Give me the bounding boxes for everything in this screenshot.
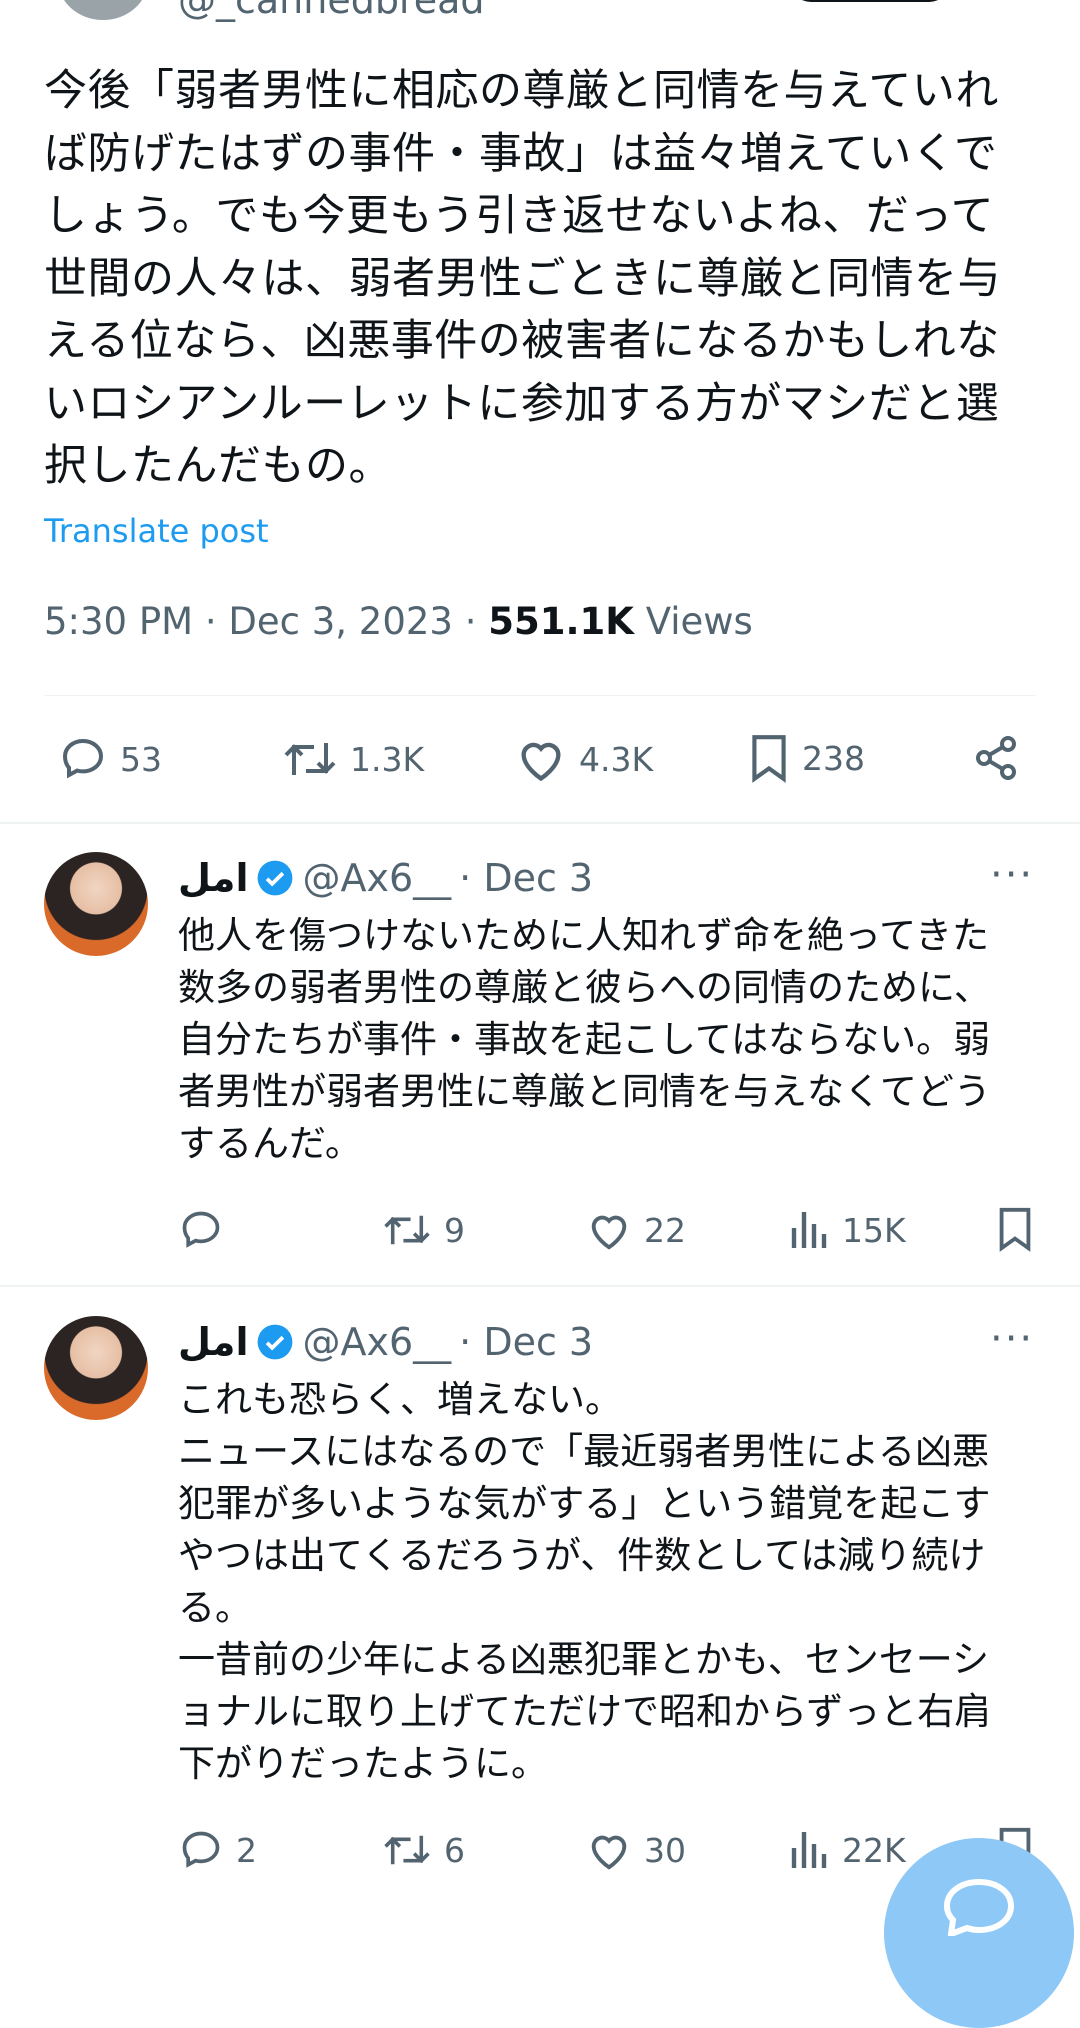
tweet-meta: 5:30 PM · Dec 3, 2023 · 551.1K Views xyxy=(44,600,753,643)
repost-icon xyxy=(284,743,336,775)
display-name[interactable]: امل xyxy=(178,1320,248,1364)
reply-handle[interactable]: @Ax6__ xyxy=(302,856,451,900)
views-count: 15K xyxy=(842,1210,906,1250)
reply-divider xyxy=(0,1285,1080,1287)
views-label: Views xyxy=(633,600,753,643)
author-avatar-partial[interactable] xyxy=(58,0,148,20)
meta-divider xyxy=(44,695,1036,696)
reply-count: 53 xyxy=(120,739,162,779)
analytics-icon xyxy=(791,1832,827,1868)
author-handle[interactable]: @_cannedbread xyxy=(178,0,485,22)
reply-text-line: ョナルに取り上げてただけで昭和からずっと右肩 xyxy=(178,1690,992,1733)
tweet-text: 今後「弱者男性に相応の尊厳と同情を与えていれ ば防げたはずの事件・事故」は益々増… xyxy=(44,60,1044,498)
analytics-icon xyxy=(791,1212,827,1248)
bookmark-icon xyxy=(752,735,786,783)
views-button[interactable]: 15K xyxy=(790,1208,906,1252)
like-button[interactable]: 22 xyxy=(586,1208,686,1252)
reply-handle[interactable]: @Ax6__ xyxy=(302,1320,451,1364)
avatar[interactable] xyxy=(44,1316,148,1420)
reply-text-line: 一昔前の少年による凶悪犯罪とかも、センセーシ xyxy=(178,1638,990,1681)
tweet-text-line: 択したんだもの。 xyxy=(44,441,392,491)
repost-count: 9 xyxy=(444,1210,465,1250)
share-icon xyxy=(976,736,1016,780)
heart-icon xyxy=(591,1835,627,1870)
repost-count: 6 xyxy=(444,1830,465,1870)
tweet-text-line: 世間の人々は、弱者男性ごときに尊厳と同情を与 xyxy=(44,253,1001,304)
reply-text-line: 者男性が弱者男性に尊厳と同情を与えなくてどう xyxy=(178,1070,991,1113)
bookmark-count: 238 xyxy=(802,738,865,778)
reply-button[interactable] xyxy=(178,1208,236,1252)
tweet-text-line: いロシアンルーレットに参加する方がマシだと選 xyxy=(44,378,1000,429)
repost-button[interactable]: 1.3K xyxy=(282,735,424,783)
verified-badge-icon xyxy=(258,1324,293,1360)
reply-button[interactable]: 53 xyxy=(58,735,162,783)
more-options-icon[interactable]: ··· xyxy=(990,1316,1034,1362)
display-name[interactable]: امل xyxy=(178,856,248,900)
reply-text-line: 自分たちが事件・事故を起こしてはならない。弱 xyxy=(178,1018,991,1061)
reply-button[interactable]: 2 xyxy=(178,1828,257,1872)
tweet-text-line: える位なら、凶悪事件の被害者になるかもしれな xyxy=(44,316,1000,366)
main-tweet-divider xyxy=(0,822,1080,824)
reply-text-line: するんだ。 xyxy=(178,1122,362,1165)
share-button[interactable] xyxy=(972,733,1020,787)
repost-icon xyxy=(384,1835,430,1865)
bookmark-button[interactable]: 238 xyxy=(748,733,865,783)
reply-date[interactable]: · Dec 3 xyxy=(459,856,593,900)
repost-count: 1.3K xyxy=(350,739,425,779)
like-count: 4.3K xyxy=(579,739,654,779)
repost-button[interactable]: 6 xyxy=(382,1828,465,1872)
follow-button-partial[interactable] xyxy=(790,0,950,2)
views-count: 22K xyxy=(842,1830,906,1870)
like-button[interactable]: 4.3K xyxy=(515,735,653,783)
reply-text: 他人を傷つけないために人知れず命を絶ってきた 数多の弱者男性の尊厳と彼らへの同情… xyxy=(178,910,991,1170)
reply-text-line: 犯罪が多いような気がする」という錯覚を起こす xyxy=(178,1482,991,1525)
reply-text: これも恐らく、増えない。 ニュースにはなるので「最近弱者男性による凶悪 犯罪が多… xyxy=(178,1374,991,1790)
tweet-timestamp[interactable]: 5:30 PM · Dec 3, 2023 · xyxy=(44,600,488,643)
reply-icon xyxy=(182,1831,220,1868)
views-button[interactable]: 22K xyxy=(790,1828,906,1872)
reply-text-line: やつは出てくるだろうが、件数としては減り続け xyxy=(178,1534,986,1577)
reply-text-line: る。 xyxy=(178,1586,252,1629)
verified-badge-icon xyxy=(258,860,293,896)
reply-header: امل @Ax6__ · Dec 3 xyxy=(178,856,593,900)
reply-icon xyxy=(62,738,104,779)
compose-icon xyxy=(943,1878,1015,1936)
repost-icon xyxy=(384,1215,430,1245)
bookmark-icon xyxy=(999,1207,1031,1252)
heart-icon xyxy=(591,1215,627,1250)
reply-count: 2 xyxy=(236,1830,257,1870)
reply-date[interactable]: · Dec 3 xyxy=(459,1320,593,1364)
reply-text-line: 下がりだったように。 xyxy=(178,1742,548,1785)
reply-text-line: 数多の弱者男性の尊厳と彼らへの同情のために、 xyxy=(178,966,991,1009)
reply-header: امل @Ax6__ · Dec 3 xyxy=(178,1320,593,1364)
like-count: 22 xyxy=(644,1210,686,1250)
heart-icon xyxy=(521,742,561,782)
reply-icon xyxy=(182,1211,220,1248)
compose-fab[interactable] xyxy=(884,1838,1074,2028)
like-button[interactable]: 30 xyxy=(586,1828,686,1872)
bookmark-button[interactable] xyxy=(996,1206,1034,1256)
reply-text-line: これも恐らく、増えない。 xyxy=(178,1378,622,1421)
like-count: 30 xyxy=(644,1830,686,1870)
tweet-text-line: 今後「弱者男性に相応の尊厳と同情を与えていれ xyxy=(44,66,999,116)
avatar[interactable] xyxy=(44,852,148,956)
more-options-icon[interactable]: ··· xyxy=(990,852,1034,898)
tweet-text-line: しょう。でも今更もう引き返せないよね、だって xyxy=(44,191,995,241)
reply-text-line: ニュースにはなるので「最近弱者男性による凶悪 xyxy=(178,1430,990,1473)
repost-button[interactable]: 9 xyxy=(382,1208,465,1252)
translate-post-link[interactable]: Translate post xyxy=(44,512,269,550)
reply-text-line: 他人を傷つけないために人知れず命を絶ってきた xyxy=(178,914,990,957)
tweet-text-line: ば防げたはずの事件・事故」は益々増えていくで xyxy=(44,128,998,179)
views-count: 551.1K xyxy=(488,600,634,643)
